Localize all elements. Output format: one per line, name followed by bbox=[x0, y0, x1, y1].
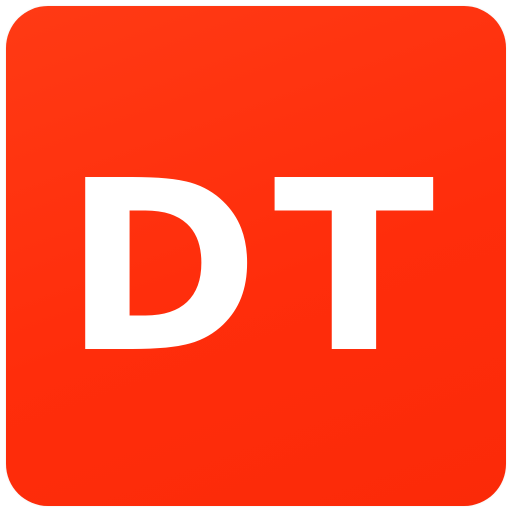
monogram-text: DT bbox=[64, 130, 449, 405]
app-icon: DT bbox=[6, 6, 506, 506]
monogram-logo: DT bbox=[64, 130, 449, 405]
icon-canvas: DT bbox=[0, 0, 512, 512]
